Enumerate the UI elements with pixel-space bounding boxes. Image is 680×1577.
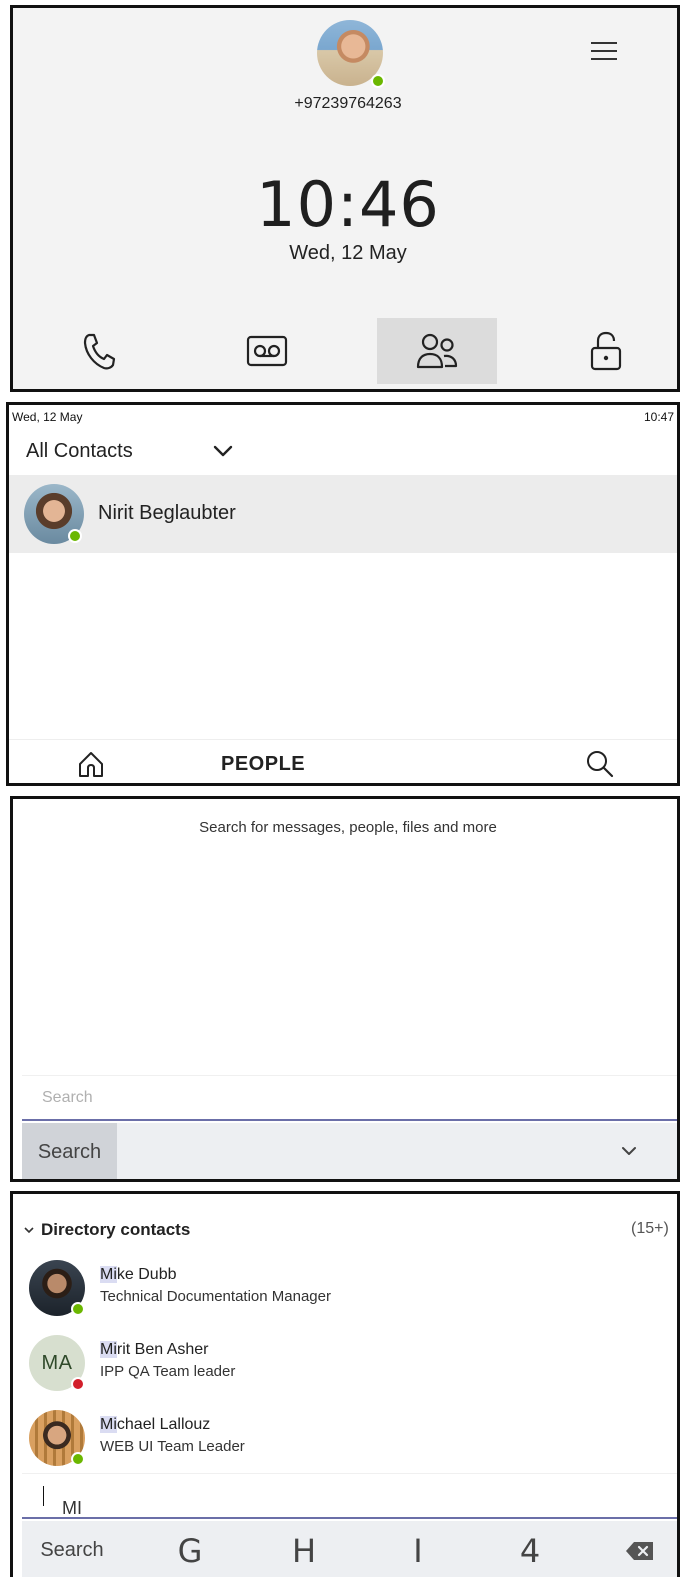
chevron-down-icon[interactable] bbox=[212, 444, 234, 458]
search-hint: Search for messages, people, files and m… bbox=[199, 819, 497, 836]
hamburger-menu-icon[interactable] bbox=[591, 42, 617, 64]
contacts-filter-label[interactable]: All Contacts bbox=[26, 440, 133, 463]
result-name: Mike Dubb bbox=[100, 1266, 176, 1284]
home-nav-bar bbox=[13, 318, 677, 384]
clock-date: Wed, 12 May bbox=[289, 242, 407, 264]
section-header[interactable]: Directory contacts bbox=[23, 1220, 190, 1240]
keyboard-suggestion-bar: Search G H I 4 bbox=[22, 1521, 677, 1577]
people-icon bbox=[416, 333, 458, 369]
search-input[interactable] bbox=[22, 1076, 677, 1119]
contact-name: Nirit Beglaubter bbox=[98, 502, 236, 524]
search-screen: Search for messages, people, files and m… bbox=[10, 796, 680, 1182]
presence-available-icon bbox=[71, 1302, 85, 1316]
presence-available-icon bbox=[71, 1452, 85, 1466]
chevron-down-icon[interactable] bbox=[620, 1145, 638, 1157]
phone-number: +97239764263 bbox=[294, 95, 402, 112]
section-title: Directory contacts bbox=[41, 1220, 191, 1239]
typed-text: MI bbox=[62, 1498, 82, 1518]
result-title: WEB UI Team Leader bbox=[100, 1438, 245, 1455]
people-screen: Wed, 12 May 10:47 All Contacts Nirit Beg… bbox=[6, 402, 680, 786]
lock-icon bbox=[590, 331, 622, 371]
status-date: Wed, 12 May bbox=[12, 410, 83, 424]
status-time: 10:47 bbox=[643, 410, 674, 424]
match-highlight: Mi bbox=[100, 1341, 117, 1358]
people-bottom-bar: PEOPLE bbox=[9, 739, 677, 783]
result-name-rest: rit Ben Asher bbox=[116, 1341, 209, 1358]
clock-time: 10:46 bbox=[256, 168, 440, 241]
directory-results-screen: Directory contacts (15+) Mike Dubb Techn… bbox=[10, 1191, 680, 1577]
result-title: Technical Documentation Manager bbox=[100, 1288, 331, 1305]
directory-result-item[interactable]: Michael Lallouz WEB UI Team Leader bbox=[13, 1406, 677, 1478]
user-avatar[interactable] bbox=[317, 20, 385, 88]
phone-icon bbox=[83, 333, 116, 370]
result-name: Mirit Ben Asher bbox=[100, 1341, 209, 1359]
status-bar: Wed, 12 May 10:47 bbox=[12, 410, 674, 424]
search-icon[interactable] bbox=[585, 749, 615, 779]
result-title: IPP QA Team leader bbox=[100, 1363, 236, 1380]
key-i[interactable]: I bbox=[388, 1521, 448, 1577]
key-g[interactable]: G bbox=[160, 1521, 220, 1577]
voicemail-icon bbox=[246, 335, 288, 367]
text-caret bbox=[43, 1486, 44, 1506]
directory-result-item[interactable]: Mike Dubb Technical Documentation Manage… bbox=[13, 1256, 677, 1328]
presence-busy-icon bbox=[71, 1377, 85, 1391]
backspace-icon[interactable] bbox=[620, 1521, 660, 1577]
keyboard-search-button[interactable]: Search bbox=[22, 1521, 122, 1577]
contact-list-item[interactable]: Nirit Beglaubter bbox=[9, 475, 677, 553]
home-icon[interactable] bbox=[77, 750, 105, 778]
result-count: (15+) bbox=[631, 1220, 669, 1237]
result-name-rest: chael Lallouz bbox=[116, 1416, 211, 1433]
match-highlight: Mi bbox=[100, 1416, 117, 1433]
search-input[interactable]: MI bbox=[42, 1486, 82, 1518]
key-4[interactable]: 4 bbox=[500, 1521, 560, 1577]
nav-lock-button[interactable] bbox=[546, 318, 666, 384]
result-name-rest: ke Dubb bbox=[116, 1266, 177, 1283]
directory-result-item[interactable]: MA Mirit Ben Asher IPP QA Team leader bbox=[13, 1331, 677, 1403]
nav-voicemail-button[interactable] bbox=[207, 318, 327, 384]
nav-calls-button[interactable] bbox=[38, 318, 158, 384]
nav-people-button[interactable] bbox=[377, 318, 497, 384]
search-field[interactable]: MI bbox=[22, 1473, 677, 1519]
page-title: PEOPLE bbox=[221, 753, 306, 775]
chevron-down-icon bbox=[24, 1227, 34, 1234]
result-name: Michael Lallouz bbox=[100, 1416, 210, 1434]
key-h[interactable]: H bbox=[274, 1521, 334, 1577]
match-highlight: Mi bbox=[100, 1266, 117, 1283]
keyboard-search-button[interactable]: Search bbox=[22, 1123, 117, 1179]
home-screen: +97239764263 10:46 Wed, 12 May bbox=[10, 5, 680, 392]
presence-available-icon bbox=[371, 74, 385, 88]
keyboard-bar: Search bbox=[22, 1123, 677, 1179]
search-field[interactable] bbox=[22, 1075, 677, 1121]
presence-available-icon bbox=[68, 529, 82, 543]
